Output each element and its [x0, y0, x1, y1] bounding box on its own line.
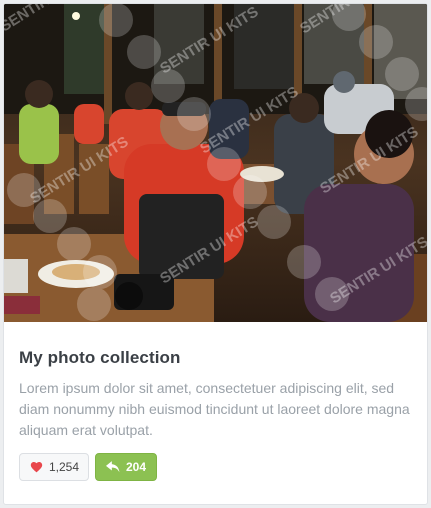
heart-icon — [30, 461, 43, 473]
reply-arrow-icon — [106, 461, 120, 473]
like-count: 1,254 — [49, 460, 80, 474]
card-description: Lorem ipsum dolor sit amet, consectetuer… — [19, 380, 410, 438]
share-count: 204 — [126, 460, 147, 474]
like-button[interactable]: 1,254 — [19, 453, 89, 481]
share-button[interactable]: 204 — [95, 453, 157, 481]
card-title: My photo collection — [19, 348, 181, 367]
restaurant-photo: SENTIR UI KITS SENTIR UI KITS SENTIR UI … — [4, 4, 427, 322]
photo-card: SENTIR UI KITS SENTIR UI KITS SENTIR UI … — [3, 3, 428, 505]
card-body: My photo collection Lorem ipsum dolor si… — [19, 322, 414, 481]
card-actions: 1,254 204 — [19, 453, 414, 481]
photo-image[interactable]: SENTIR UI KITS SENTIR UI KITS SENTIR UI … — [4, 4, 427, 322]
